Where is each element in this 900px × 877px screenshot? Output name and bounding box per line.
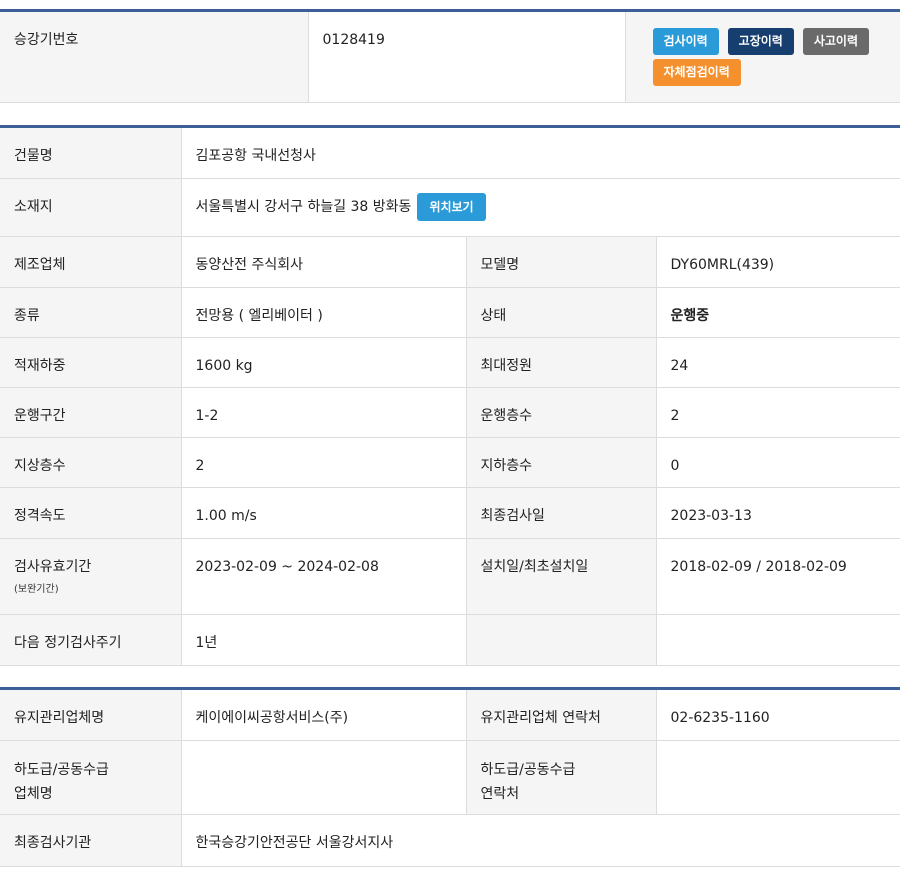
table-row: 유지관리업체명 케이에이씨공항서비스(주) 유지관리업체 연락처 02-6235… [0,688,900,741]
accident-history-button[interactable]: 사고이력 [802,28,870,55]
speed-value: 1.00 m/s [180,487,466,539]
building-name-value: 김포공항 국내선청사 [180,126,900,179]
floors-label: 운행층수 [465,387,656,438]
subcontractor-name-label-line1: 하도급/공동수급 [14,762,109,778]
empty-value-cell [655,614,900,666]
last-inspection-value: 2023-03-13 [655,487,900,539]
load-value: 1600 kg [180,337,466,388]
maintenance-company-label: 유지관리업체명 [0,688,181,741]
valid-period-cell: 검사유효기간 (보완기간) [0,538,181,615]
address-cell: 서울특별시 강서구 하늘길 38 방화동 위치보기 [180,178,900,237]
floors-value: 2 [655,387,900,438]
model-value: DY60MRL(439) [655,236,900,288]
table-row: 적재하중 1600 kg 최대정원 24 [0,337,900,388]
table-row: 운행구간 1-2 운행층수 2 [0,387,900,438]
inspection-cycle-label: 다음 정기검사주기 [0,614,181,666]
subcontractor-contact-label-line2: 연락처 [480,786,520,802]
valid-period-label: 검사유효기간 [14,559,92,575]
below-floors-value: 0 [655,437,900,488]
subcontractor-contact-label: 하도급/공동수급 연락처 [465,740,656,815]
view-location-button[interactable]: 위치보기 [417,193,486,221]
table-row: 하도급/공동수급 업체명 하도급/공동수급 연락처 [0,740,900,815]
empty-label-cell [465,614,656,666]
section-value: 1-2 [180,387,466,438]
address-value: 서울특별시 강서구 하늘길 38 방화동 [195,199,412,215]
table-row: 지상층수 2 지하층수 0 [0,437,900,488]
table-row: 다음 정기검사주기 1년 [0,614,900,666]
subcontractor-contact-label-line1: 하도급/공동수급 [480,762,576,778]
type-value: 전망용 ( 엘리베이터 ) [180,287,466,338]
valid-period-value: 2023-02-09 ~ 2024-02-08 [180,538,466,615]
speed-label: 정격속도 [0,487,181,539]
maintenance-company-value: 케이에이씨공항서비스(주) [180,688,466,741]
elevator-detail-table: 건물명 김포공항 국내선청사 소재지 서울특별시 강서구 하늘길 38 방화동 위… [0,125,900,666]
maker-value: 동양산전 주식회사 [180,236,466,288]
maker-label: 제조업체 [0,236,181,288]
status-label: 상태 [465,287,656,338]
subcontractor-contact-value [655,740,900,815]
inspection-cycle-value: 1년 [180,614,466,666]
supplement-period-label: (보완기간) [14,584,59,595]
load-label: 적재하중 [0,337,181,388]
subcontractor-name-label-line2: 업체명 [14,786,53,802]
below-floors-label: 지하층수 [465,437,656,488]
inspection-agency-label: 최종검사기관 [0,814,181,867]
inspection-history-button[interactable]: 검사이력 [652,28,719,55]
model-label: 모델명 [465,236,656,288]
table-row: 제조업체 동양산전 주식회사 모델명 DY60MRL(439) [0,236,900,288]
self-check-history-button[interactable]: 자체점검이력 [652,59,741,86]
type-label: 종류 [0,287,181,338]
section-label: 운행구간 [0,387,181,438]
fault-history-button[interactable]: 고장이력 [727,28,794,55]
subcontractor-name-label: 하도급/공동수급 업체명 [0,740,181,815]
table-row: 종류 전망용 ( 엘리베이터 ) 상태 운행중 [0,287,900,338]
capacity-value: 24 [655,337,900,388]
elevator-number-value: 0128419 [307,10,625,103]
above-floors-label: 지상층수 [0,437,181,488]
maintenance-table: 유지관리업체명 케이에이씨공항서비스(주) 유지관리업체 연락처 02-6235… [0,687,900,867]
table-row: 건물명 김포공항 국내선청사 [0,126,900,179]
install-date-label: 설치일/최초설치일 [465,538,656,615]
above-floors-value: 2 [180,437,466,488]
address-label: 소재지 [0,178,181,237]
table-row: 소재지 서울특별시 강서구 하늘길 38 방화동 위치보기 [0,178,900,237]
maintenance-contact-value: 02-6235-1160 [655,688,900,741]
elevator-number-table: 승강기번호 0128419 검사이력 고장이력 사고이력 자체점검이력 [0,9,900,103]
capacity-label: 최대정원 [465,337,656,388]
last-inspection-label: 최종검사일 [465,487,656,539]
maintenance-contact-label: 유지관리업체 연락처 [465,688,656,741]
history-buttons: 검사이력 고장이력 사고이력 자체점검이력 [624,10,900,103]
table-row: 정격속도 1.00 m/s 최종검사일 2023-03-13 [0,487,900,539]
table-row: 검사유효기간 (보완기간) 2023-02-09 ~ 2024-02-08 설치… [0,538,900,615]
table-row: 최종검사기관 한국승강기안전공단 서울강서지사 [0,814,900,867]
inspection-agency-value: 한국승강기안전공단 서울강서지사 [180,814,900,867]
building-name-label: 건물명 [0,126,181,179]
subcontractor-name-value [180,740,466,815]
status-value: 운행중 [655,287,900,338]
install-date-value: 2018-02-09 / 2018-02-09 [655,538,900,615]
elevator-number-label: 승강기번호 [0,10,308,103]
